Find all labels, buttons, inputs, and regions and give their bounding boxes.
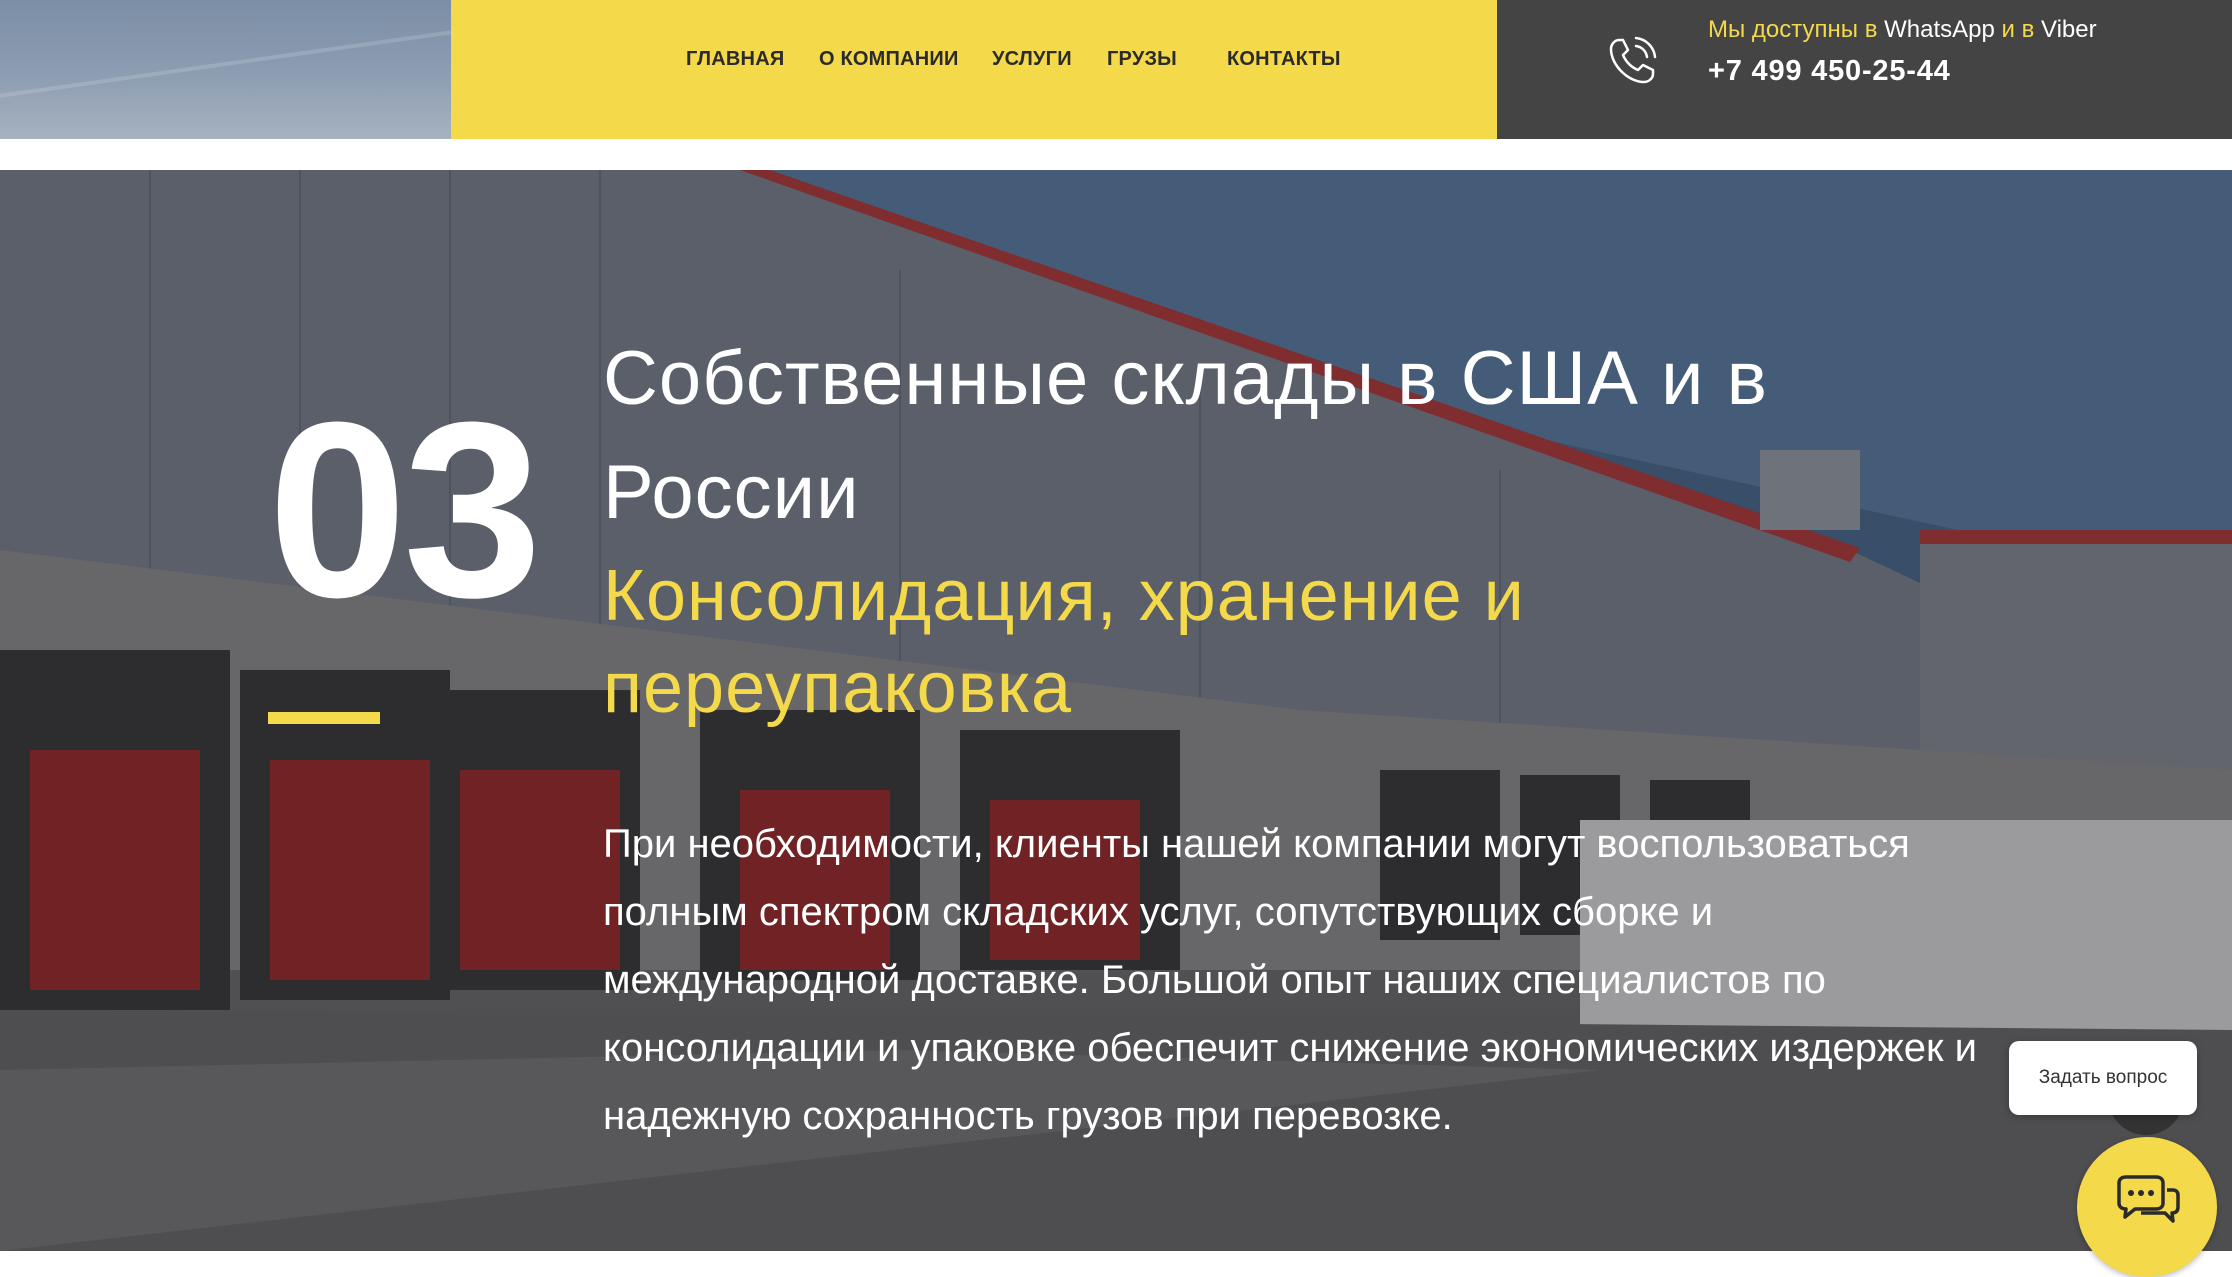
main-navigation: ГЛАВНАЯ О КОМПАНИИ УСЛУГИ ГРУЗЫ КОНТАКТЫ bbox=[451, 0, 1497, 139]
number-underline bbox=[268, 712, 380, 724]
viber-label[interactable]: Viber bbox=[2041, 16, 2097, 43]
nav-item-contacts[interactable]: КОНТАКТЫ bbox=[1227, 48, 1341, 71]
whatsapp-label[interactable]: WhatsApp bbox=[1884, 16, 1995, 43]
hero-description: При необходимости, клиенты нашей компани… bbox=[603, 822, 1978, 1138]
availability-text: Мы доступны в bbox=[1708, 16, 1885, 43]
nav-item-services[interactable]: УСЛУГИ bbox=[992, 48, 1072, 71]
header-contact-block: Мы доступны в WhatsApp и в Viber +7 499 … bbox=[1497, 0, 2232, 139]
chat-icon bbox=[2117, 1175, 2180, 1223]
hero-section: 03 Собственные склады в США и в России К… bbox=[0, 170, 2232, 1251]
hero-subtitle: Консолидация, хранение и переупаковка bbox=[603, 556, 1525, 728]
nav-item-home[interactable]: ГЛАВНАЯ bbox=[686, 48, 784, 71]
availability-text-and: и в bbox=[1994, 16, 2041, 43]
ask-question-button[interactable]: Задать вопрос bbox=[2009, 1041, 2197, 1115]
site-header: ГЛАВНАЯ О КОМПАНИИ УСЛУГИ ГРУЗЫ КОНТАКТЫ… bbox=[0, 0, 2232, 139]
chat-open-button[interactable] bbox=[2077, 1137, 2217, 1277]
phone-number[interactable]: +7 499 450-25-44 bbox=[1708, 55, 1951, 88]
section-number: 03 bbox=[268, 370, 542, 649]
nav-item-cargo[interactable]: ГРУЗЫ bbox=[1107, 48, 1177, 71]
nav-item-about[interactable]: О КОМПАНИИ bbox=[819, 48, 959, 71]
phone-icon bbox=[1605, 32, 1661, 88]
header-background-image bbox=[0, 0, 451, 139]
hero-title: Собственные склады в США и в России bbox=[603, 336, 1768, 535]
messenger-availability: Мы доступны в WhatsApp и в Viber bbox=[1708, 16, 2097, 44]
